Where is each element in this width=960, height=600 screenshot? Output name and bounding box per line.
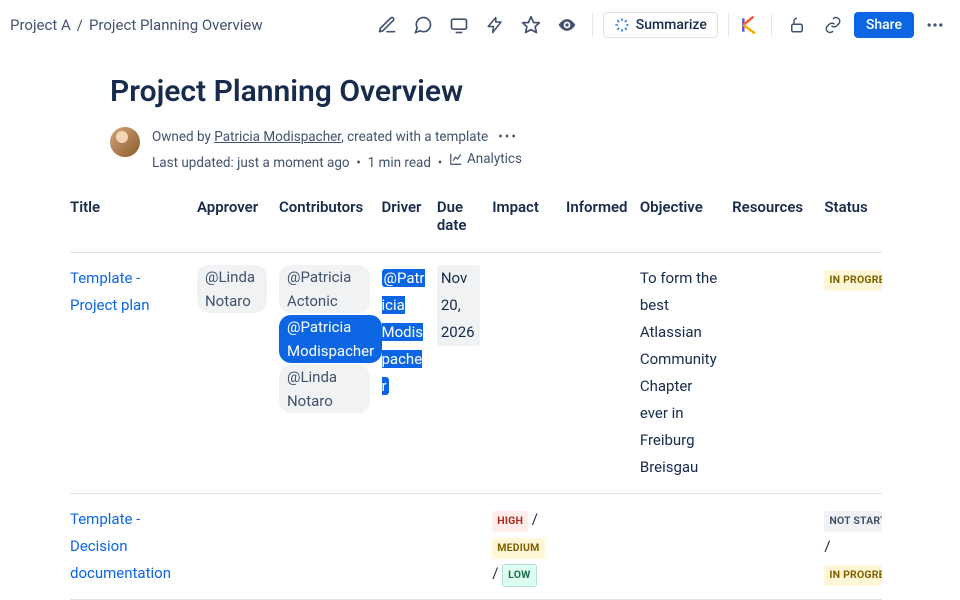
impact-badge: MEDIUM: [492, 538, 544, 559]
restrictions-icon[interactable]: [782, 10, 812, 40]
present-icon[interactable]: [444, 10, 474, 40]
impact-badge: LOW: [502, 564, 536, 587]
mention[interactable]: @Patricia Modispacher: [382, 269, 425, 395]
more-icon[interactable]: [920, 10, 950, 40]
cell-informed[interactable]: [560, 493, 634, 599]
cell-driver[interactable]: [376, 493, 431, 599]
breadcrumb: Project A / Project Planning Overview: [10, 16, 366, 34]
cell-due[interactable]: [431, 493, 486, 599]
breadcrumb-space[interactable]: Project A: [10, 16, 71, 34]
table-row[interactable]: Template - Project plan @Linda Notaro @P…: [70, 252, 882, 493]
col-contributors[interactable]: Contributors: [273, 188, 376, 253]
row-title-link[interactable]: Template - Decision documentation: [70, 510, 171, 582]
cell-resources[interactable]: [726, 252, 818, 493]
summarize-label: Summarize: [636, 17, 707, 33]
automation-icon[interactable]: [480, 10, 510, 40]
summarize-button[interactable]: Summarize: [603, 12, 718, 38]
page-title: Project Planning Overview: [110, 74, 960, 109]
star-icon[interactable]: [516, 10, 546, 40]
edit-icon[interactable]: [372, 10, 402, 40]
cell-objective[interactable]: [634, 493, 726, 599]
meta-more-icon[interactable]: •••: [498, 129, 518, 145]
table-row[interactable]: Template - Decision documentation HIGH /…: [70, 493, 882, 599]
cell-impact[interactable]: [486, 252, 560, 493]
breadcrumb-sep: /: [77, 16, 83, 34]
status-badge: IN PROGRESS: [824, 270, 882, 291]
mention[interactable]: @Patricia Modispacher: [279, 315, 382, 363]
breadcrumb-page[interactable]: Project Planning Overview: [89, 16, 263, 34]
watch-icon[interactable]: [552, 10, 582, 40]
impact-badge: HIGH: [492, 511, 528, 532]
toolbar-divider: [592, 13, 593, 37]
col-approver[interactable]: Approver: [191, 188, 273, 253]
cell-impact[interactable]: HIGH / MEDIUM / LOW: [486, 493, 560, 599]
cell-informed[interactable]: [560, 252, 634, 493]
owner-avatar[interactable]: [110, 127, 140, 157]
link-icon[interactable]: [818, 10, 848, 40]
analytics-label: Analytics: [467, 149, 522, 171]
col-impact[interactable]: Impact: [486, 188, 560, 253]
owned-by-prefix: Owned by: [152, 129, 214, 145]
share-button[interactable]: Share: [854, 12, 914, 38]
row-title-link[interactable]: Template - Project plan: [70, 269, 150, 314]
analytics-link[interactable]: Analytics: [449, 149, 522, 171]
app-karma-icon[interactable]: [739, 14, 761, 36]
read-time: 1 min read: [368, 154, 431, 170]
cell-resources[interactable]: [726, 493, 818, 599]
cell-approver[interactable]: [191, 493, 273, 599]
cell-objective[interactable]: To form the best Atlassian Community Cha…: [634, 252, 726, 493]
col-title[interactable]: Title: [70, 188, 191, 253]
comment-icon[interactable]: [408, 10, 438, 40]
col-resources[interactable]: Resources: [726, 188, 818, 253]
col-objective[interactable]: Objective: [634, 188, 726, 253]
toolbar-divider: [771, 13, 772, 37]
col-due[interactable]: Due date: [431, 188, 486, 253]
toolbar-divider: [728, 13, 729, 37]
cell-contributors[interactable]: [273, 493, 376, 599]
last-updated: Last updated: just a moment ago: [152, 154, 350, 170]
col-status[interactable]: Status: [818, 188, 882, 253]
status-badge: NOT STARTED: [824, 511, 882, 532]
due-date[interactable]: Nov 20, 2026: [437, 265, 480, 346]
col-driver[interactable]: Driver: [376, 188, 431, 253]
status-badge: IN PROGRESS: [824, 565, 882, 586]
mention[interactable]: @Patricia Actonic: [279, 265, 370, 313]
mention[interactable]: @Linda Notaro: [197, 265, 267, 313]
database-table: Title Approver Contributors Driver Due d…: [70, 188, 882, 600]
mention[interactable]: @Linda Notaro: [279, 365, 370, 413]
cell-status[interactable]: IN PROGRESS: [818, 252, 882, 493]
owner-link[interactable]: Patricia Modispacher: [214, 129, 341, 145]
cell-status[interactable]: NOT STARTED / IN PROGRESS: [818, 493, 882, 599]
col-informed[interactable]: Informed: [560, 188, 634, 253]
created-suffix: , created with a template: [341, 129, 488, 145]
